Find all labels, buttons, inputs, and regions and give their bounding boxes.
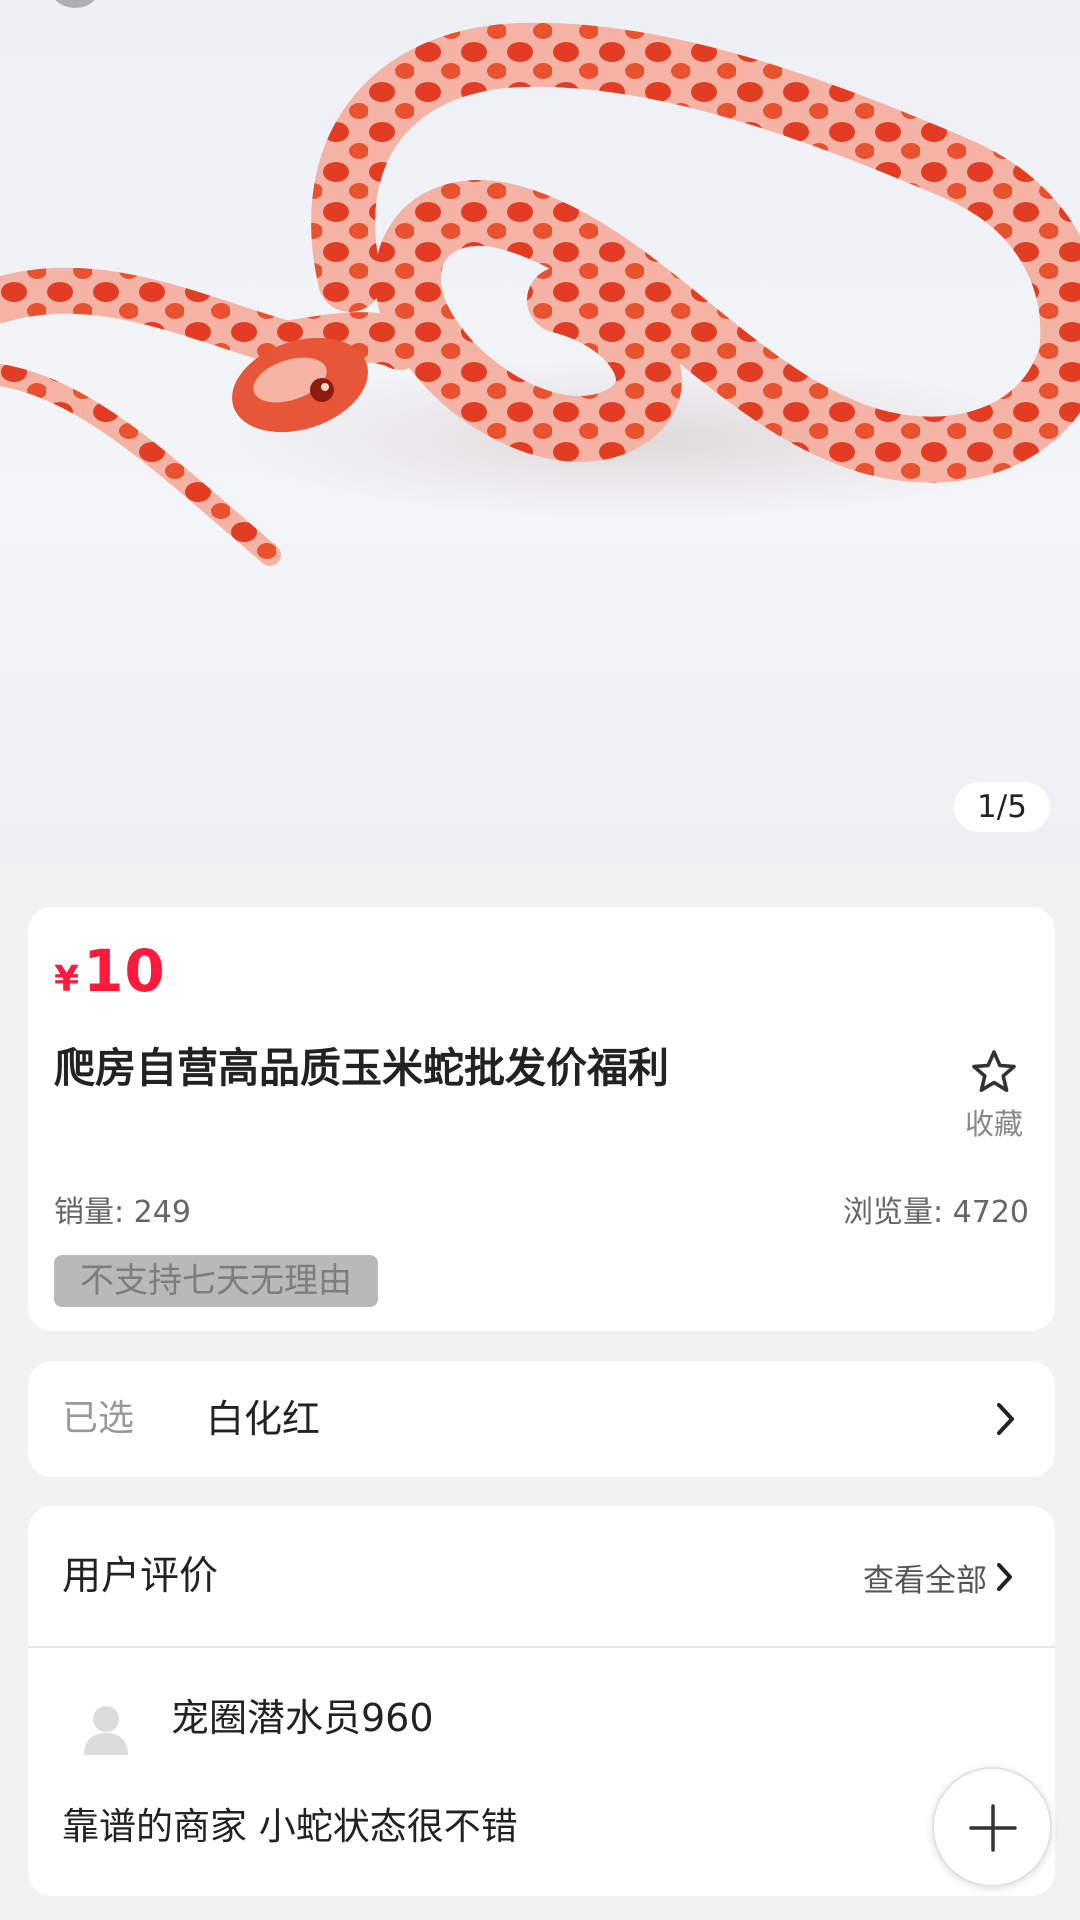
chevron-right-icon bbox=[997, 1563, 1012, 1591]
selected-label: 已选 bbox=[62, 1398, 135, 1439]
chevron-right-icon bbox=[997, 1403, 1014, 1435]
view-all-reviews-link[interactable]: 查看全部 bbox=[863, 1506, 1015, 1648]
favorite-label: 收藏 bbox=[964, 1107, 1023, 1141]
avatar bbox=[84, 1706, 128, 1755]
price-value: 10 bbox=[83, 937, 166, 1005]
snake-image bbox=[0, 22, 1080, 566]
reviews-header: 用户评价 查看全部 bbox=[28, 1506, 1055, 1648]
reviews-title: 用户评价 bbox=[62, 1554, 219, 1599]
price: ¥ 10 bbox=[54, 937, 166, 1005]
favorite-button[interactable]: 收藏 bbox=[959, 1049, 1029, 1143]
sales-count: 销量: 249 bbox=[54, 1195, 191, 1230]
review-username: 宠圈潜水员960 bbox=[171, 1696, 434, 1740]
product-image-carousel[interactable]: 1/5 bbox=[0, 0, 1080, 865]
star-icon bbox=[972, 1050, 1016, 1092]
product-title: 爬房自营高品质玉米蛇批发价福利 bbox=[54, 1044, 669, 1092]
selected-value: 白化红 bbox=[206, 1397, 321, 1441]
review-text: 靠谱的商家 小蛇状态很不错 bbox=[62, 1805, 518, 1848]
reviews-card: 用户评价 查看全部 宠圈潜水员960 靠谱的商家 小蛇状态很不错 bbox=[28, 1506, 1055, 1896]
image-page-counter: 1/5 bbox=[954, 782, 1050, 832]
policy-tag: 不支持七天无理由 bbox=[54, 1255, 378, 1307]
spec-selector[interactable]: 已选 白化红 bbox=[28, 1361, 1055, 1477]
view-count: 浏览量: 4720 bbox=[843, 1195, 1029, 1230]
product-info-card: ¥ 10 爬房自营高品质玉米蛇批发价福利 收藏 销量: 249 浏览量: 472… bbox=[28, 907, 1055, 1331]
plus-icon bbox=[969, 1804, 1017, 1852]
add-button[interactable] bbox=[932, 1767, 1052, 1887]
view-all-label: 查看全部 bbox=[863, 1562, 987, 1599]
currency-symbol: ¥ bbox=[54, 959, 80, 1000]
